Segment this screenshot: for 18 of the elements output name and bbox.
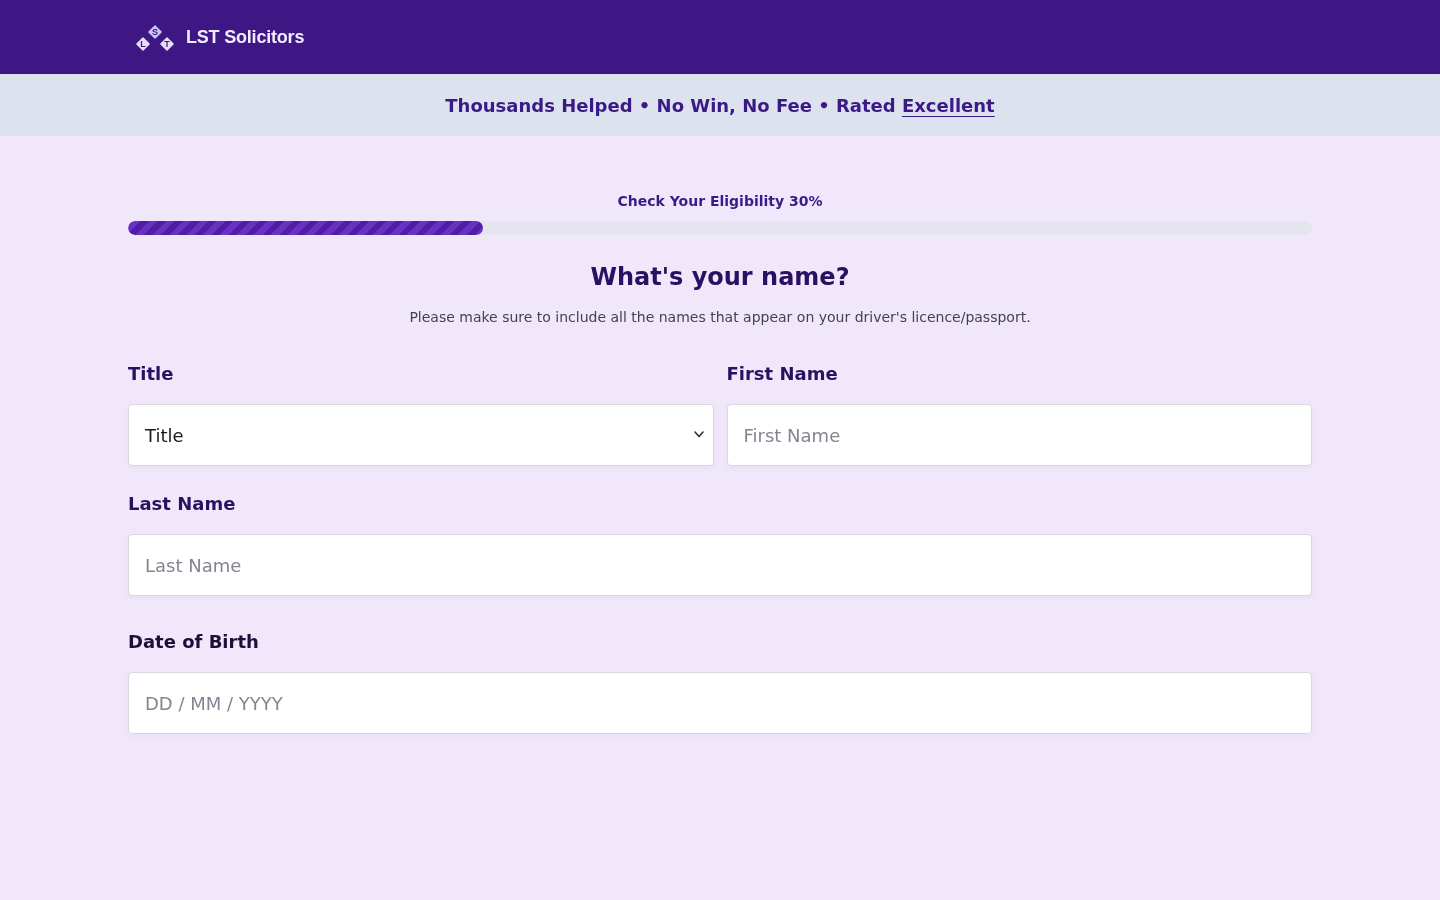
title-select[interactable]: Title <box>128 404 714 466</box>
progress-label: Check Your Eligibility 30% <box>616 192 824 211</box>
logo-letter-tile: L <box>136 37 150 51</box>
question-subtitle: Please make sure to include all the names that appear on your driver's licence/passport. <box>408 308 1032 327</box>
question-heading: What's your name? <box>589 263 851 292</box>
trust-banner-text: Thousands Helped • No Win, No Fee • Rated Excellent <box>445 93 995 118</box>
logo-letter-tile: T <box>160 37 174 51</box>
input-field[interactable]: DD / MM / YYYY <box>128 672 1312 734</box>
input-field[interactable]: First Name <box>726 404 1312 466</box>
logo-wordmark[interactable]: LST Solicitors <box>186 23 305 51</box>
chevron-down-icon <box>693 431 704 438</box>
field-label: Last Name <box>128 492 236 516</box>
field-label: First Name <box>726 362 838 386</box>
logo-letter-tile: S <box>148 25 162 39</box>
input-field[interactable]: Last Name <box>128 534 1312 596</box>
field-label: Date of Birth <box>128 630 259 654</box>
rating-link[interactable]: Excellent <box>901 94 995 116</box>
field-label: Title <box>128 362 174 386</box>
